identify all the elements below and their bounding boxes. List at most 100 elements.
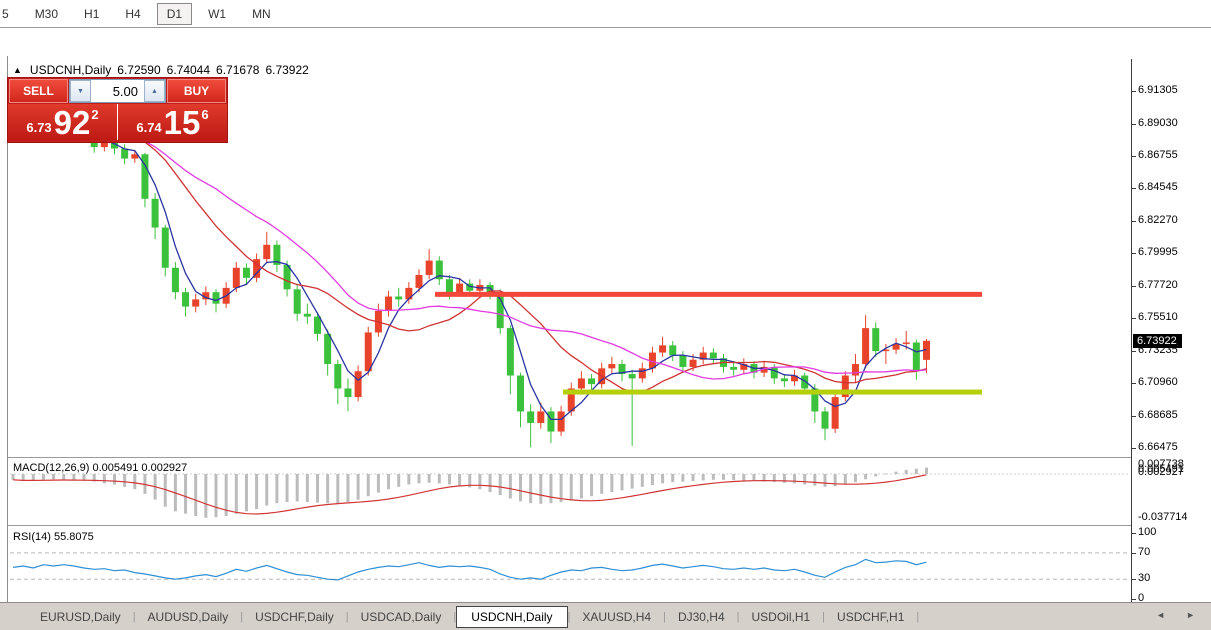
volume-decrease-button[interactable]: ▼ <box>70 80 91 102</box>
price-axis-label: 6.75510 <box>1138 310 1178 323</box>
volume-input[interactable]: 5.00 <box>91 80 144 102</box>
chart-tab-xauusd-h4[interactable]: XAUUSD,H4 <box>570 607 663 627</box>
macd-histogram-bar <box>894 471 898 475</box>
macd-signal-line <box>12 474 927 515</box>
candle-body <box>334 364 342 389</box>
candle-wick <box>926 339 927 373</box>
candle-body <box>648 352 656 369</box>
timeframe-5[interactable]: 5 <box>0 3 19 25</box>
price-axis-label: 6.82270 <box>1138 213 1178 226</box>
macd-histogram-bar <box>366 474 370 497</box>
tab-scroll-left-icon[interactable]: ◄ <box>1156 610 1165 620</box>
macd-histogram-bar <box>691 474 695 482</box>
timeframe-h1[interactable]: H1 <box>74 3 109 25</box>
current-price-tag: 6.73922 <box>1133 333 1182 348</box>
timeframe-m30[interactable]: M30 <box>25 3 68 25</box>
macd-histogram-bar <box>204 474 208 518</box>
timeframe-d1[interactable]: D1 <box>156 2 193 25</box>
candle-body <box>435 260 443 280</box>
candle-wick <box>641 362 643 383</box>
chart-tab-usdcad-daily[interactable]: USDCAD,Daily <box>349 607 454 627</box>
candle-wick <box>306 303 308 324</box>
chart-tab-usdchf-h1[interactable]: USDCHF,H1 <box>825 607 916 627</box>
chart-tab-dj30-h4[interactable]: DJ30,H4 <box>666 607 737 627</box>
macd-histogram-bar <box>823 474 827 487</box>
macd-histogram-bar <box>11 474 15 480</box>
candle-wick <box>550 407 552 444</box>
timeframe-w1[interactable]: W1 <box>198 3 236 25</box>
macd-histogram-bar <box>123 474 127 487</box>
timeframe-mn[interactable]: MN <box>242 3 281 25</box>
sell-price-prefix: 6.73 <box>26 120 52 135</box>
candle-body <box>923 340 930 360</box>
macd-histogram-bar <box>387 474 391 490</box>
candle-wick <box>448 274 450 300</box>
candle-wick <box>895 338 897 354</box>
macd-histogram-bar <box>590 474 594 497</box>
candle-wick <box>905 330 907 350</box>
macd-histogram-bar <box>316 474 319 503</box>
macd-histogram-bar <box>681 474 685 482</box>
macd-histogram-bar <box>437 474 441 484</box>
candle-body <box>354 371 362 398</box>
support-line[interactable] <box>563 389 982 395</box>
candle-body <box>161 227 169 268</box>
candle-body <box>395 296 403 300</box>
macd-histogram-bar <box>772 474 776 483</box>
candle-body <box>192 299 200 307</box>
sell-price-button[interactable]: 6.73 92 2 <box>8 104 118 140</box>
macd-histogram-bar <box>163 474 167 507</box>
candle-body <box>577 378 585 389</box>
ohlc-open: 6.72590 <box>117 63 161 77</box>
candle-body <box>202 292 210 300</box>
macd-histogram-bar <box>82 474 86 482</box>
macd-histogram-bar <box>742 474 746 481</box>
candle-wick <box>225 282 227 309</box>
candle-wick <box>479 279 481 296</box>
resistance-line[interactable] <box>435 291 982 297</box>
chart-tab-eurusd-daily[interactable]: EURUSD,Daily <box>28 607 133 627</box>
macd-histogram-bar <box>397 474 401 487</box>
sell-price-pip: 2 <box>91 107 99 122</box>
candle-wick <box>367 326 369 376</box>
candle-wick <box>702 346 704 365</box>
macd-histogram-bar <box>173 474 177 512</box>
rsi-axis-label: 30 <box>1138 572 1151 585</box>
candle-body <box>364 332 372 372</box>
macd-histogram-bar <box>376 474 380 493</box>
tab-scroll-right-icon[interactable]: ► <box>1186 610 1195 620</box>
sell-button[interactable]: SELL <box>9 79 68 103</box>
macd-histogram-bar <box>133 474 137 490</box>
price-axis-tick <box>1132 123 1136 125</box>
macd-histogram-bar <box>113 474 116 485</box>
candle-body <box>801 375 809 389</box>
candle-body <box>750 364 758 373</box>
candle-wick <box>885 343 887 365</box>
buy-button[interactable]: BUY <box>167 79 226 103</box>
candle-body <box>872 328 880 352</box>
candle-wick <box>570 382 572 416</box>
collapse-panel-icon[interactable]: ▲ <box>13 65 22 75</box>
chart-tab-usdchf-daily[interactable]: USDCHF,Daily <box>243 607 346 627</box>
candle-wick <box>682 351 684 373</box>
chart-tab-usdoil-h1[interactable]: USDOil,H1 <box>739 607 822 627</box>
chart-tab-usdcnh-daily[interactable]: USDCNH,Daily <box>456 606 568 628</box>
price-axis-label: 6.84545 <box>1138 181 1178 194</box>
candle-body <box>659 345 667 353</box>
candle-wick <box>215 289 217 313</box>
buy-price-button[interactable]: 6.74 15 6 <box>118 104 227 140</box>
chart-tab-audusd-daily[interactable]: AUDUSD,Daily <box>136 607 241 627</box>
macd-histogram-bar <box>346 474 350 503</box>
macd-histogram-bar <box>884 473 888 475</box>
macd-histogram-bar <box>529 474 533 504</box>
candle-body <box>811 388 819 412</box>
candle-body <box>486 285 494 293</box>
candle-body <box>405 287 413 300</box>
macd-histogram-bar <box>650 474 654 486</box>
candle-wick <box>337 359 339 405</box>
volume-increase-button[interactable]: ▲ <box>144 80 165 102</box>
timeframe-h4[interactable]: H4 <box>115 3 150 25</box>
candle-wick <box>712 348 714 365</box>
macd-histogram-bar <box>214 474 218 518</box>
candle-wick <box>865 315 867 369</box>
